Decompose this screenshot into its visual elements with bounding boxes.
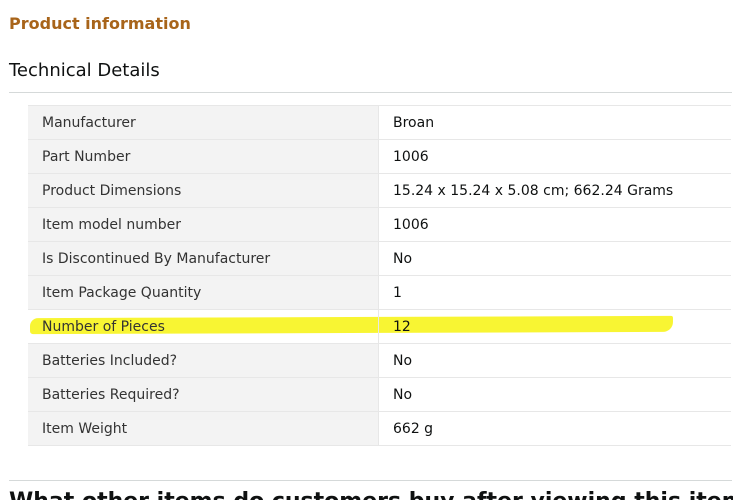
spec-value: Broan: [378, 105, 731, 140]
spec-value: No: [378, 241, 731, 276]
spec-label: Item Weight: [28, 411, 379, 446]
spec-value: 1: [378, 275, 731, 310]
spec-label: Part Number: [28, 139, 379, 174]
technical-details-table: Manufacturer Broan Part Number 1006 Prod…: [28, 105, 731, 446]
table-row: Batteries Required? No: [28, 377, 731, 412]
table-row: Product Dimensions 15.24 x 15.24 x 5.08 …: [28, 173, 731, 208]
table-row-highlighted: Number of Pieces 12: [28, 309, 731, 344]
spec-value: 12: [378, 309, 731, 344]
spec-value: 662 g: [378, 411, 731, 446]
table-row: Part Number 1006: [28, 139, 731, 174]
next-section-heading: What other items do customers buy after …: [9, 488, 733, 500]
product-information-page: Product information Technical Details Ma…: [0, 0, 733, 500]
table-row: Is Discontinued By Manufacturer No: [28, 241, 731, 276]
table-row: Item model number 1006: [28, 207, 731, 242]
heading-divider: [9, 92, 732, 93]
spec-value: 1006: [378, 207, 731, 242]
spec-label: Batteries Included?: [28, 343, 379, 378]
spec-label: Item model number: [28, 207, 379, 242]
spec-label: Is Discontinued By Manufacturer: [28, 241, 379, 276]
spec-label: Batteries Required?: [28, 377, 379, 412]
spec-label: Product Dimensions: [28, 173, 379, 208]
table-row: Batteries Included? No: [28, 343, 731, 378]
spec-label: Manufacturer: [28, 105, 379, 140]
spec-label: Number of Pieces: [28, 309, 379, 344]
section-divider: [9, 480, 732, 481]
spec-value: 1006: [378, 139, 731, 174]
spec-value: No: [378, 343, 731, 378]
spec-label: Item Package Quantity: [28, 275, 379, 310]
technical-details-heading: Technical Details: [9, 60, 160, 81]
spec-value: No: [378, 377, 731, 412]
product-information-heading[interactable]: Product information: [9, 14, 191, 33]
table-row: Item Weight 662 g: [28, 411, 731, 446]
table-row: Item Package Quantity 1: [28, 275, 731, 310]
next-section-heading-clipped: What other items do customers buy after …: [9, 488, 733, 500]
spec-value: 15.24 x 15.24 x 5.08 cm; 662.24 Grams: [378, 173, 731, 208]
table-row: Manufacturer Broan: [28, 105, 731, 140]
